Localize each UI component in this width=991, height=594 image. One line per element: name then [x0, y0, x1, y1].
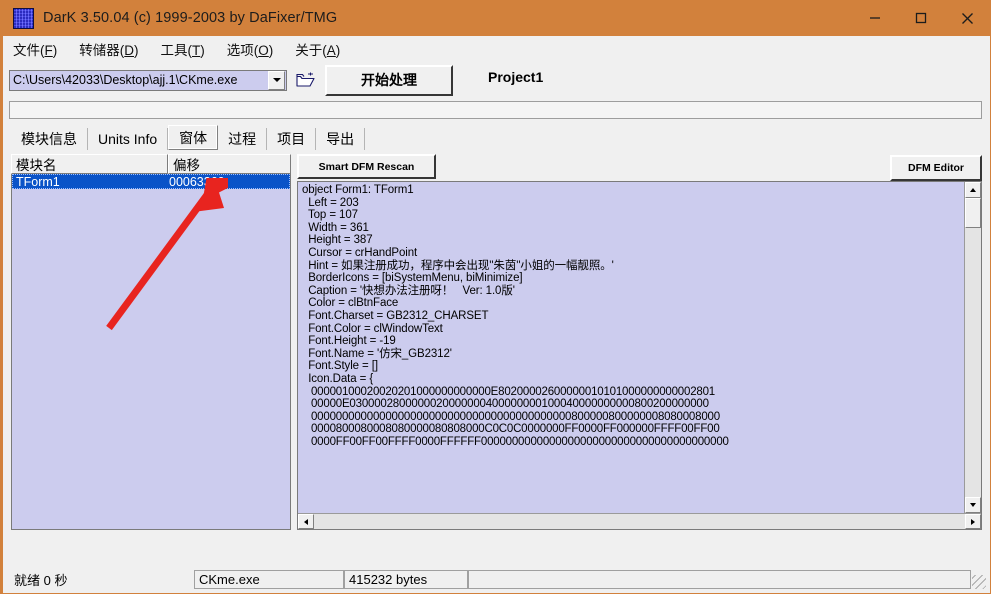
tab-bar: 模块信息 Units Info 窗体 过程 项目 导出 — [3, 124, 990, 150]
maximize-button[interactable] — [898, 0, 944, 36]
open-folder-button[interactable] — [292, 67, 318, 93]
menu-file[interactable]: 文件(F) — [13, 39, 57, 59]
tab-module-info-label: 模块信息 — [21, 131, 77, 147]
window-controls — [852, 0, 990, 36]
resize-grip-icon[interactable] — [972, 575, 986, 589]
column-header-offset[interactable]: 偏移 — [168, 154, 291, 174]
menu-about-accel: A — [326, 42, 336, 58]
tab-forms[interactable]: 窗体 — [168, 125, 219, 150]
dfm-editor-button[interactable]: DFM Editor — [890, 155, 982, 181]
dfm-editor-label: DFM Editor — [908, 162, 964, 174]
menu-dumper-accel: D — [124, 42, 134, 58]
dfm-toolbar: Smart DFM Rescan DFM Editor — [297, 154, 982, 181]
dfm-hex-block: 00000100020020201000000000000E8020000260… — [310, 385, 729, 448]
arrow-left-icon[interactable] — [298, 514, 314, 529]
row-offset: 00063360 — [169, 174, 225, 189]
module-list-body[interactable]: TForm1 00063360 — [11, 174, 291, 530]
status-filesize: 415232 bytes — [344, 569, 468, 589]
start-process-button[interactable]: 开始处理 — [325, 64, 453, 96]
title-bar: DarK 3.50.04 (c) 1999-2003 by DaFixer/TM… — [3, 0, 990, 36]
arrow-down-icon[interactable] — [965, 497, 981, 513]
app-grid-icon — [13, 7, 34, 29]
dfm-text-viewer[interactable]: object Form1: TForm1 Left = 203 Top = 10… — [297, 181, 982, 530]
project-name: Project1 — [488, 69, 544, 85]
arrow-right-icon[interactable] — [965, 514, 981, 529]
menu-about-label: 关于 — [295, 42, 323, 58]
menu-dumper-label: 转储器 — [79, 42, 120, 58]
smart-dfm-rescan-label: Smart DFM Rescan — [318, 160, 415, 173]
menu-tools-label: 工具 — [160, 42, 188, 58]
tab-export[interactable]: 导出 — [316, 128, 366, 150]
menu-options-label: 选项 — [226, 42, 254, 58]
row-module-name: TForm1 — [16, 174, 60, 189]
horizontal-scrollbar[interactable] — [298, 513, 981, 529]
minimize-button[interactable] — [852, 0, 898, 36]
horizontal-scroll-track[interactable] — [314, 514, 965, 529]
menu-file-accel: F — [44, 42, 53, 58]
open-folder-icon — [295, 72, 315, 87]
vertical-scroll-track[interactable] — [965, 198, 981, 497]
tab-project-label: 项目 — [277, 131, 306, 147]
dfm-text-main: object Form1: TForm1 Left = 203 Top = 10… — [302, 184, 614, 385]
tab-procedures-label: 过程 — [228, 131, 257, 147]
menu-bar: 文件(F) 转储器(D) 工具(T) 选项(O) 关于(A) — [3, 36, 990, 61]
module-list-header: 模块名 偏移 — [11, 154, 291, 174]
main-content: 模块名 偏移 TForm1 00063360 Smart DFM Rescan … — [3, 150, 990, 530]
progress-bar — [9, 101, 982, 119]
table-row[interactable]: TForm1 00063360 — [12, 174, 290, 189]
menu-tools-accel: T — [192, 42, 201, 58]
module-list-pane: 模块名 偏移 TForm1 00063360 — [11, 154, 291, 530]
menu-tools[interactable]: 工具(T) — [161, 39, 205, 59]
close-button[interactable] — [944, 0, 990, 36]
toolbar: C:\Users\42033\Desktop\ajj.1\CKme.exe 开始… — [3, 61, 990, 99]
tab-forms-label: 窗体 — [179, 129, 208, 146]
menu-options-accel: O — [258, 42, 269, 58]
chevron-down-icon[interactable] — [268, 70, 285, 90]
menu-options[interactable]: 选项(O) — [227, 39, 274, 59]
file-path-combobox[interactable]: C:\Users\42033\Desktop\ajj.1\CKme.exe — [9, 69, 287, 91]
dfm-pane: Smart DFM Rescan DFM Editor object Form1… — [297, 154, 982, 530]
tab-module-info[interactable]: 模块信息 — [11, 128, 88, 150]
status-filename: CKme.exe — [194, 569, 344, 589]
tab-procedures[interactable]: 过程 — [218, 128, 268, 150]
arrow-up-icon[interactable] — [965, 182, 981, 198]
vertical-scroll-thumb[interactable] — [965, 198, 981, 228]
dark-application-window: DarK 3.50.04 (c) 1999-2003 by DaFixer/TM… — [0, 0, 991, 594]
menu-about[interactable]: 关于(A) — [295, 39, 340, 59]
column-header-module-name[interactable]: 模块名 — [11, 154, 168, 174]
tab-project[interactable]: 项目 — [267, 128, 317, 150]
window-title: DarK 3.50.04 (c) 1999-2003 by DaFixer/TM… — [43, 10, 338, 26]
status-extra — [468, 569, 971, 589]
menu-file-label: 文件 — [13, 42, 40, 58]
start-process-label: 开始处理 — [361, 72, 417, 88]
tab-units-info-label: Units Info — [98, 131, 158, 147]
file-path-value: C:\Users\42033\Desktop\ajj.1\CKme.exe — [13, 73, 238, 87]
dfm-text-content[interactable]: object Form1: TForm1 Left = 203 Top = 10… — [298, 182, 964, 513]
tab-units-info[interactable]: Units Info — [88, 128, 169, 150]
menu-dumper[interactable]: 转储器(D) — [79, 39, 138, 59]
status-bar: 就绪 0 秒 CKme.exe 415232 bytes — [6, 566, 989, 592]
tab-export-label: 导出 — [326, 131, 355, 147]
vertical-scrollbar[interactable] — [964, 182, 981, 513]
smart-dfm-rescan-button[interactable]: Smart DFM Rescan — [297, 154, 436, 179]
status-ready: 就绪 0 秒 — [14, 572, 68, 588]
